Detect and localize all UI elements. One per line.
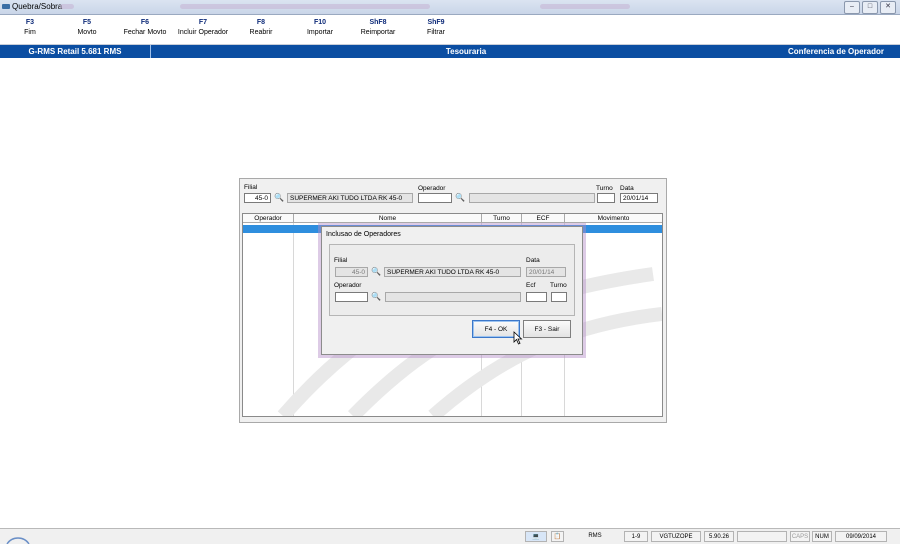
fkey-reimportar-button[interactable]: ShF8 Reimportar (358, 19, 398, 36)
computer-icon: 💻 (525, 531, 547, 542)
minimize-icon[interactable]: – (844, 1, 860, 14)
close-icon[interactable]: ✕ (880, 1, 896, 14)
app-icon (2, 4, 10, 9)
fkey-key: F7 (198, 19, 208, 26)
status-page: 1-9 (624, 531, 648, 542)
sair-button[interactable]: F3 - Sair (523, 320, 571, 338)
dialog-operador-input[interactable] (335, 292, 368, 302)
dialog-turno-input[interactable] (551, 292, 567, 302)
fkey-label: Filtrar (427, 29, 445, 36)
window-controls: – □ ✕ (844, 1, 896, 14)
dialog-operador-name-field (385, 292, 521, 302)
product-name: G-RMS Retail 5.681 RMS (0, 45, 151, 58)
operador-label: Operador (418, 185, 446, 192)
dialog-ecf-label: Ecf (526, 282, 536, 289)
fkey-label: Reimportar (360, 29, 396, 36)
fkey-label: Incluir Operador (177, 29, 229, 36)
dialog-turno-label: Turno (550, 282, 567, 289)
screen-name: Conferencia de Operador (787, 47, 884, 56)
dialog-data-label: Data (526, 257, 540, 264)
fkey-key: ShF8 (369, 19, 387, 26)
dialog-ecf-input[interactable] (526, 292, 547, 302)
fkey-label: Fechar Movto (123, 29, 167, 36)
fkey-label: Reabrir (249, 29, 273, 36)
status-date: 09/09/2014 (835, 531, 887, 542)
fkey-key: F6 (140, 19, 150, 26)
data-label: Data (620, 185, 634, 192)
fkey-importar-button[interactable]: F10 Importar (303, 19, 337, 36)
fkey-movto-button[interactable]: F5 Movto (72, 19, 102, 36)
operador-input[interactable] (418, 193, 452, 203)
mouse-cursor-icon (513, 331, 523, 345)
fkey-reabrir-button[interactable]: F8 Reabrir (247, 19, 275, 36)
binoculars-search-icon: 🔍 (371, 267, 381, 276)
fkey-filtrar-button[interactable]: ShF9 Filtrar (423, 19, 449, 36)
fkey-key: F10 (313, 19, 327, 26)
fkey-key: F3 (25, 19, 35, 26)
binoculars-search-icon[interactable]: 🔍 (454, 193, 466, 203)
inclusao-operadores-dialog: Inclusao de Operadores Filial 45-0 🔍 SUP… (321, 226, 583, 355)
status-caps: CAPS (790, 531, 810, 542)
status-user: VGTUZOPE (651, 531, 701, 542)
fkey-incluir-operador-button[interactable]: F7 Incluir Operador (175, 19, 231, 36)
fkey-label: Importar (306, 29, 334, 36)
fkey-key: ShF9 (427, 19, 445, 26)
fkey-key: F8 (256, 19, 266, 26)
status-num: NUM (812, 531, 832, 542)
data-input[interactable]: 20/01/14 (620, 193, 658, 203)
clipboard-icon: 📋 (551, 531, 564, 542)
window-title: Quebra/Sobra (12, 2, 63, 11)
filial-input[interactable]: 45-0 (244, 193, 271, 203)
function-key-toolbar: F3 Fim F5 Movto F6 Fechar Movto F7 Inclu… (0, 15, 900, 45)
status-version: 5.90.26 (704, 531, 734, 542)
dialog-filial-name-field: SUPERMER AKI TUDO LTDA RK 45-0 (384, 267, 521, 277)
dialog-form: Filial 45-0 🔍 SUPERMER AKI TUDO LTDA RK … (329, 244, 575, 316)
fkey-label: Movto (77, 29, 97, 36)
dialog-data-input: 20/01/14 (526, 267, 566, 277)
fkey-key: F5 (82, 19, 92, 26)
binoculars-search-icon[interactable]: 🔍 (273, 193, 285, 203)
titlebar-glow (180, 4, 430, 9)
window-titlebar: Quebra/Sobra – □ ✕ (0, 0, 900, 15)
binoculars-search-icon[interactable]: 🔍 (370, 292, 382, 302)
turno-input[interactable] (597, 193, 615, 203)
module-name: Tesouraria (445, 47, 487, 56)
dialog-filial-input: 45-0 (335, 267, 368, 277)
titlebar-glow (60, 4, 74, 9)
maximize-icon[interactable]: □ (862, 1, 878, 14)
dialog-operador-label: Operador (334, 282, 362, 289)
status-bar: 💻 📋 RMS 1-9 VGTUZOPE 5.90.26 CAPS NUM 09… (0, 528, 900, 544)
fkey-fim-button[interactable]: F3 Fim (18, 19, 42, 36)
titlebar-glow (540, 4, 630, 9)
operador-name-field (469, 193, 595, 203)
fkey-fechar-movto-button[interactable]: F6 Fechar Movto (121, 19, 169, 36)
module-header-bar: G-RMS Retail 5.681 RMS Tesouraria Confer… (0, 45, 900, 58)
dialog-filial-label: Filial (334, 257, 348, 264)
filial-name-field: SUPERMER AKI TUDO LTDA RK 45-0 (287, 193, 413, 203)
turno-label: Turno (596, 185, 613, 192)
status-app: RMS (588, 533, 602, 539)
filial-label: Filial (244, 184, 258, 191)
fkey-label: Fim (24, 29, 36, 36)
dialog-title: Inclusao de Operadores (326, 231, 401, 238)
status-empty (737, 531, 787, 542)
